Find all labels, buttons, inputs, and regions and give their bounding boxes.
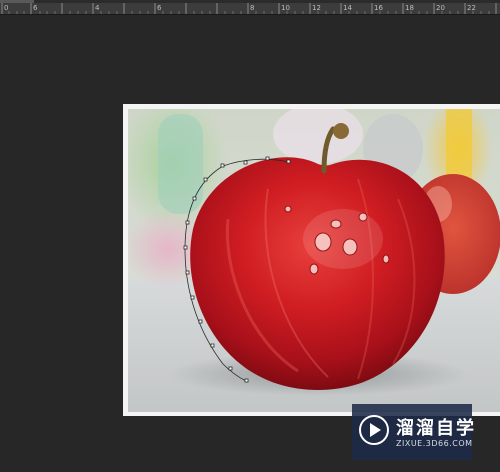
watermark-url: ZIXUE.3D66.COM	[396, 439, 473, 448]
ruler-label: 10	[281, 4, 290, 12]
ruler-label: 14	[343, 4, 352, 12]
ruler-label: 6	[157, 4, 162, 12]
ruler-label: 6	[33, 4, 38, 12]
ruler-label: 12	[312, 4, 321, 12]
watermark-badge: 溜溜自学 ZIXUE.3D66.COM	[352, 404, 474, 460]
apple-photo-art	[128, 109, 500, 412]
watermark-title: 溜溜自学	[396, 418, 476, 439]
play-logo-icon	[359, 415, 389, 445]
horizontal-ruler[interactable]: 0 6 4 6 8 10 12 14 16 18 20 22	[0, 3, 500, 15]
ruler-label: 8	[250, 4, 254, 12]
ruler-ticks: 0 6 4 6 8 10 12 14 16 18 20 22	[1, 3, 497, 14]
ruler-label: 4	[95, 4, 100, 12]
ruler-label: 18	[405, 4, 414, 12]
apple-photo[interactable]	[128, 109, 500, 412]
image-document-canvas[interactable]	[123, 104, 500, 416]
ruler-label: 16	[374, 4, 383, 12]
ruler-label: 0	[4, 4, 8, 12]
ruler-label: 20	[436, 4, 445, 12]
ruler-label: 22	[467, 4, 476, 12]
